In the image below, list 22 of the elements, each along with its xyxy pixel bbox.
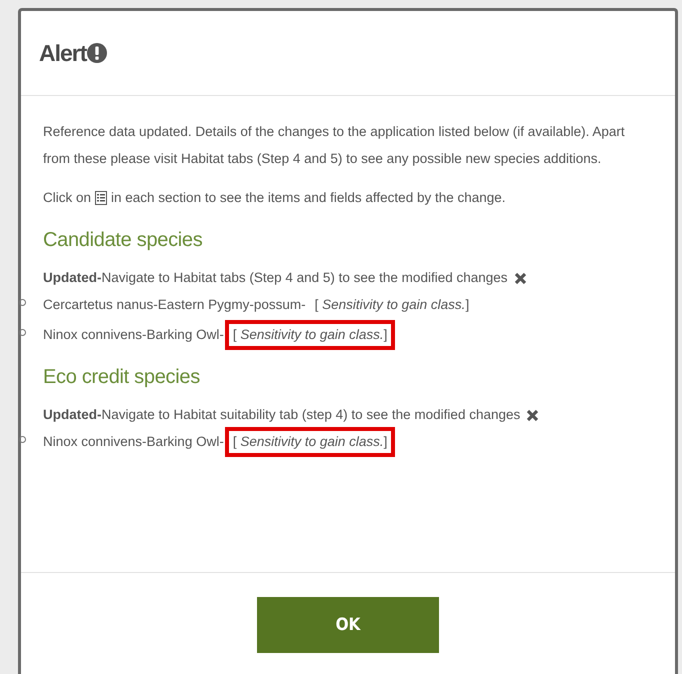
species-name: Ninox connivens-Barking Owl- [43,327,224,342]
close-icon[interactable] [514,272,527,284]
list-icon [95,190,108,204]
exclamation-icon [87,43,108,63]
update-text: Updated-Navigate to Habitat tabs (Step 4 and 5) to see the modified changes [43,269,508,287]
highlight-frame: [ Sensitivity to gain class.] [224,427,396,457]
bullet-icon [19,329,26,336]
section-heading: Eco credit species [43,366,201,389]
species-detail: [ Sensitivity to gain class.] [314,296,470,314]
hint-text: Click on [43,189,92,207]
highlight-frame: [ Sensitivity to gain class.] [224,320,396,350]
bullet-icon [19,436,26,443]
hint-text: in each section to see the items and fields affected by the change. [111,189,506,207]
update-text: Updated-Navigate to Habitat suitability tab (step 4) to see the modified changes [43,406,520,424]
species-name: Cercartetus nanus-Eastern Pygmy-possum- [43,297,306,312]
dialog-title: Alert [39,40,108,66]
intro-text: Reference data updated. Details of the changes to the application listed below (if available). Apart from these please visit Habitat tabs (Step 4 and 5) to see any possible new species additions. [43,123,626,168]
section-heading: Candidate species [43,229,204,252]
species-name: Ninox connivens-Barking Owl- [43,434,224,449]
bullet-icon [19,299,26,306]
ok-button[interactable]: OK [257,597,439,653]
close-icon[interactable] [526,408,540,422]
